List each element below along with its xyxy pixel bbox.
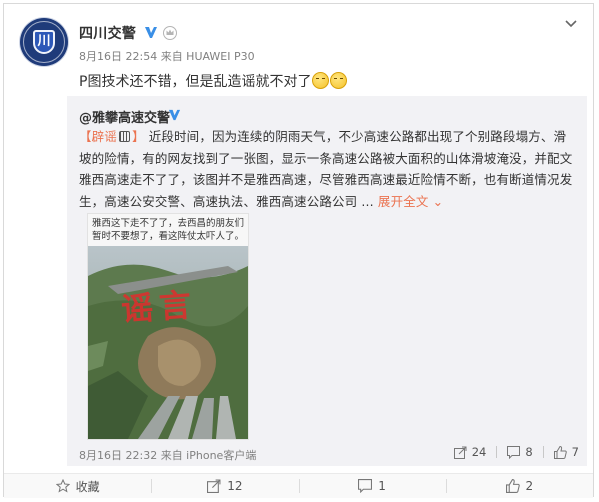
share-count: 12 (227, 479, 243, 493)
repost-share-count: 24 (471, 445, 487, 459)
user-name[interactable]: 四川交警 (79, 23, 136, 43)
repost-image[interactable]: 雅西这下走不了了，去西昌的朋友们暂时不要想了，看这阵仗太吓人了。 谣言 (87, 213, 249, 440)
repost-meta: 8月16日 22:32 来自 iPhone客户端 (79, 449, 257, 462)
landslide-photo (88, 246, 248, 439)
rumor-stamp: 谣言 (119, 285, 199, 329)
repost-like-button[interactable]: 7 (553, 445, 579, 459)
smirk-emoji-icon (330, 72, 348, 89)
post-meta: 8月16日 22:54 来自 HUAWEI P30 (79, 50, 255, 63)
thumbs-up-icon (553, 445, 567, 459)
comment-icon (358, 479, 373, 493)
share-icon (207, 479, 221, 493)
repost-body: 【辟谣】 近段时间，因为连续的阴雨天气，不少高速公路都出现了个别路段塌方、滑坡的… (79, 126, 574, 212)
share-icon (453, 446, 467, 459)
comment-icon (507, 445, 521, 459)
rumor-tag-label: 【辟谣 (79, 129, 117, 144)
repost-user-name[interactable]: @雅攀高速交警 (79, 107, 170, 126)
rumor-tag[interactable]: 【辟谣】 (79, 129, 145, 144)
weibo-post-card: 川 四川交警 8月16日 22:54 来自 HUAWEI P30 P图技术还不错… (3, 3, 594, 498)
comment-count: 1 (378, 479, 386, 493)
favorite-label: 收藏 (75, 479, 100, 494)
divider (542, 446, 544, 458)
verified-badge-icon (168, 109, 181, 121)
like-button[interactable]: 2 (445, 474, 593, 498)
star-icon (55, 479, 70, 493)
repost-share-button[interactable]: 24 (453, 445, 487, 459)
avatar-ring (23, 21, 65, 63)
divider (496, 446, 498, 458)
repost-like-count: 7 (571, 445, 579, 459)
post-text: P图技术还不错，但是乱造谣就不对了 (79, 71, 348, 91)
repost-comment-button[interactable]: 8 (507, 445, 533, 459)
topic-icon (118, 131, 130, 142)
crown-icon[interactable] (162, 24, 178, 40)
post-text-content: P图技术还不错，但是乱造谣就不对了 (79, 74, 312, 90)
comment-button[interactable]: 1 (298, 474, 446, 498)
repost-actions: 24 8 7 (453, 445, 579, 459)
reposted-weibo[interactable]: @雅攀高速交警 【辟谣】 近段时间，因为连续的阴雨天气，不少高速公路都出现了个别… (67, 96, 587, 466)
post-action-bar: 收藏 12 1 2 (4, 473, 593, 498)
chevron-down-icon: ⌄ (428, 193, 444, 209)
thumbs-up-icon (505, 479, 520, 493)
like-count: 2 (525, 479, 534, 493)
image-caption: 雅西这下走不了了，去西昌的朋友们暂时不要想了，看这阵仗太吓人了。 (88, 214, 248, 246)
expand-full-text-link[interactable]: 展开全文 (378, 194, 429, 209)
repost-comment-count: 8 (525, 445, 533, 459)
favorite-button[interactable]: 收藏 (4, 474, 151, 498)
repost-body-text: 近段时间，因为连续的阴雨天气，不少高速公路都出现了个别路段塌方、滑坡的险情，有的… (79, 129, 573, 209)
avatar[interactable]: 川 (20, 18, 68, 66)
rumor-tag-close: 】 (131, 129, 145, 144)
verified-badge-icon (145, 27, 157, 38)
chevron-down-icon[interactable] (564, 16, 578, 30)
smirk-emoji-icon (312, 72, 330, 89)
share-button[interactable]: 12 (151, 474, 298, 498)
